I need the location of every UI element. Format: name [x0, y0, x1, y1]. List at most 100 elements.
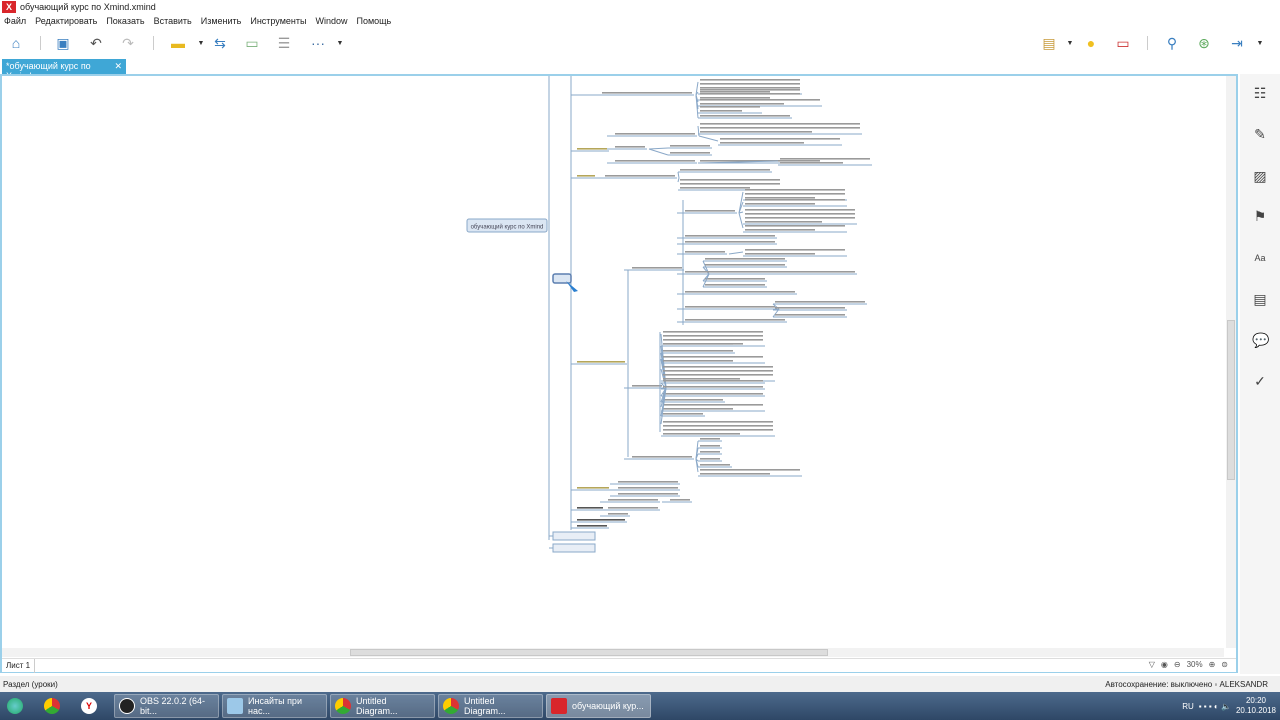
topic-text-line[interactable] [720, 138, 840, 140]
menu-window[interactable]: Window [315, 16, 347, 26]
vertical-scroll-thumb[interactable] [1227, 320, 1235, 480]
topic-text-line[interactable] [700, 451, 720, 453]
topic-text-line[interactable] [700, 91, 770, 93]
chevron-down-icon[interactable]: ▼ [191, 34, 211, 52]
topic-text-line[interactable] [780, 158, 870, 160]
tray-icons[interactable]: ▪ ▪ ▪ ◐ 🔈 [1199, 702, 1231, 711]
topic-text-line[interactable] [685, 319, 785, 321]
topic-text-line[interactable] [670, 152, 710, 154]
topic-text-line[interactable] [700, 87, 800, 89]
topic-text-line[interactable] [700, 99, 820, 101]
topic-text-line[interactable] [615, 160, 695, 162]
boundary-icon[interactable]: ▭ [242, 34, 262, 52]
topic-text-line[interactable] [680, 169, 770, 171]
menu-edit[interactable]: Редактировать [35, 16, 97, 26]
menu-tools[interactable]: Инструменты [250, 16, 306, 26]
root-topic-label[interactable]: обучающий курс по Xmind [471, 224, 544, 231]
topic-text-line[interactable] [685, 306, 775, 308]
topic-text-line[interactable] [618, 487, 678, 489]
topic-text-line[interactable] [745, 197, 815, 199]
topic-text-line[interactable] [700, 79, 800, 81]
topic-text-line[interactable] [700, 469, 800, 471]
topic-text-line[interactable] [705, 278, 765, 280]
zoom-out-icon[interactable]: ⊖ [1174, 660, 1181, 669]
topic-text-line[interactable] [670, 145, 710, 147]
topic-text-line[interactable] [577, 519, 625, 521]
start-button[interactable] [3, 694, 37, 718]
yandex-pinned[interactable]: Y [77, 694, 111, 718]
taskbar-item-insights[interactable]: Инсайты при нас... [222, 694, 327, 718]
topic-text-line[interactable] [670, 499, 690, 501]
fit-icon[interactable]: ⊜ [1221, 660, 1228, 669]
topic-text-line[interactable] [745, 253, 815, 255]
topic-text-line[interactable] [700, 127, 860, 129]
chevron-down-icon[interactable]: ▼ [1250, 34, 1270, 52]
topic-text-line[interactable] [700, 89, 800, 91]
topic-text-line[interactable] [622, 92, 692, 94]
topic-text-line[interactable] [700, 83, 800, 85]
topic-text-line[interactable] [618, 493, 678, 495]
topic-text-line[interactable] [700, 131, 812, 133]
topic-text-line[interactable] [685, 241, 775, 243]
topic-text-line[interactable] [780, 162, 843, 164]
search-icon[interactable]: ⚲ [1162, 34, 1182, 52]
topic-text-line[interactable] [745, 209, 855, 211]
topic-text-line[interactable] [705, 284, 765, 286]
topic-text-line[interactable] [663, 370, 773, 372]
horizontal-scrollbar[interactable] [2, 648, 1224, 657]
chevron-down-icon[interactable]: ▼ [1060, 34, 1080, 52]
topic-text-line[interactable] [663, 360, 733, 362]
topic-text-line[interactable] [663, 393, 763, 395]
topic-text-line[interactable] [663, 343, 743, 345]
topic-text-line[interactable] [745, 189, 845, 191]
format-brush-icon[interactable]: ✎ [1252, 126, 1268, 142]
menu-modify[interactable]: Изменить [201, 16, 242, 26]
topic-text-line[interactable] [663, 335, 763, 337]
topic-text-line[interactable] [705, 271, 855, 273]
taskbar-item-diagram-2[interactable]: Untitled Diagram... [438, 694, 543, 718]
close-icon[interactable]: ✕ [114, 61, 122, 72]
topic-text-line[interactable] [663, 374, 773, 376]
eye-icon[interactable]: ◉ [1161, 660, 1168, 669]
topic-text-line[interactable] [700, 438, 720, 440]
topic-text-line[interactable] [700, 445, 720, 447]
topic-text-line[interactable] [663, 339, 763, 341]
topic-text-line[interactable] [680, 183, 780, 185]
topic-text-line[interactable] [632, 456, 692, 458]
topic-text-line[interactable] [745, 203, 815, 205]
zoom-level[interactable]: 30% [1187, 660, 1203, 669]
redo-icon[interactable]: ↷ [118, 34, 138, 52]
sheet-tab[interactable]: Лист 1 [2, 658, 36, 673]
tasks-topic[interactable] [552, 543, 596, 553]
topic-text-line[interactable] [663, 356, 763, 358]
topic-text-line[interactable] [775, 307, 845, 309]
marker-flag-icon[interactable]: ⚑ [1252, 208, 1268, 224]
topic-text-line[interactable] [700, 97, 770, 99]
topic-text-line[interactable] [663, 378, 740, 380]
menu-insert[interactable]: Вставить [154, 16, 192, 26]
topic-text-line[interactable] [608, 513, 628, 515]
topic-text-line[interactable] [632, 385, 662, 387]
selected-topic[interactable] [552, 273, 572, 284]
topic-text-line[interactable] [700, 115, 790, 117]
topic-text-line[interactable] [605, 175, 675, 177]
topic-text-line[interactable] [577, 361, 625, 363]
menu-file[interactable]: Файл [4, 16, 26, 26]
notes-icon[interactable]: ▤ [1252, 291, 1268, 307]
topic-text-line[interactable] [720, 142, 804, 144]
topic-text-line[interactable] [663, 433, 740, 435]
clock[interactable]: 20:20 20.10.2018 [1236, 696, 1276, 716]
zoom-in-icon[interactable]: ⊕ [1209, 660, 1216, 669]
topic-text-line[interactable] [663, 425, 773, 427]
topic-text-line[interactable] [745, 217, 855, 219]
topic-text-line[interactable] [577, 487, 609, 489]
topic-text-line[interactable] [577, 148, 607, 150]
topic-text-line[interactable] [685, 251, 725, 253]
share-icon[interactable]: ⊛ [1194, 34, 1214, 52]
export-icon[interactable]: ⇥ [1227, 34, 1247, 52]
topic-text-line[interactable] [663, 380, 763, 382]
idea-icon[interactable]: ● [1081, 34, 1101, 52]
topic-text-line[interactable] [700, 110, 742, 112]
topic-text-line[interactable] [705, 258, 785, 260]
vertical-scrollbar[interactable] [1226, 76, 1236, 648]
